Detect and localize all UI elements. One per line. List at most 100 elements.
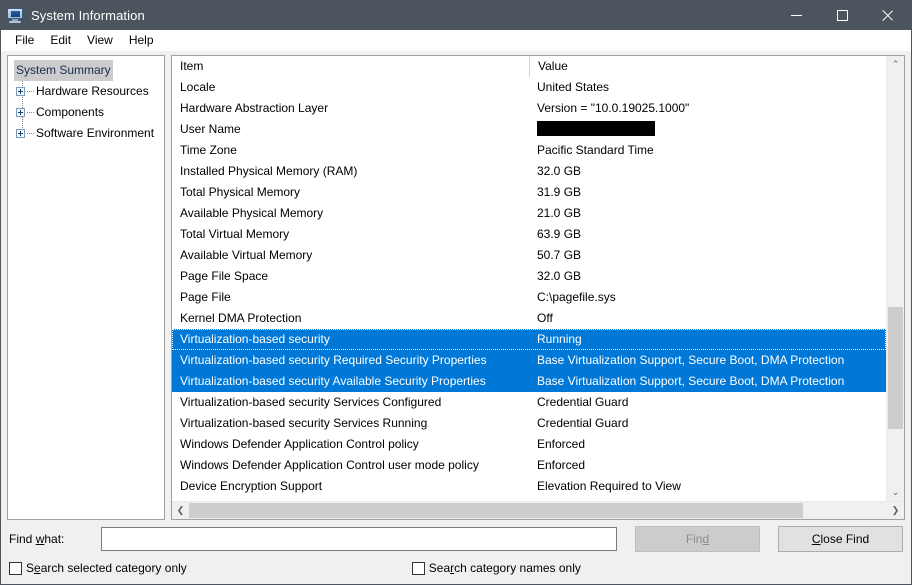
tree-item-system-summary[interactable]: System Summary	[8, 60, 164, 81]
tree-item-software-environment[interactable]: Software Environment	[8, 123, 164, 144]
table-row[interactable]: LocaleUnited States	[172, 77, 886, 98]
cell-item: Windows Defender Application Control use…	[172, 455, 529, 476]
menu-view[interactable]: View	[79, 31, 121, 50]
expand-plus-icon[interactable]	[16, 108, 25, 117]
search-selected-category-label: Search selected category only	[26, 561, 187, 575]
table-row[interactable]: Windows Defender Application Control pol…	[172, 434, 886, 455]
cell-item: Available Virtual Memory	[172, 245, 529, 266]
close-button[interactable]	[865, 0, 911, 30]
cell-value: 21.0 GB	[529, 203, 886, 224]
maximize-icon	[837, 10, 848, 21]
cell-item: Virtualization-based security Services R…	[172, 413, 529, 434]
table-row[interactable]: Time ZonePacific Standard Time	[172, 140, 886, 161]
horizontal-scrollbar[interactable]: ❮ ❯	[172, 501, 904, 519]
scroll-right-icon[interactable]: ❯	[887, 502, 904, 519]
menu-help[interactable]: Help	[121, 31, 162, 50]
search-category-names-checkbox-group[interactable]: Search category names only	[412, 561, 581, 575]
list-column-headers: Item Value	[172, 56, 886, 77]
list-rows: LocaleUnited StatesHardware Abstraction …	[172, 77, 886, 501]
cell-value: Enforced	[529, 434, 886, 455]
tree-item-components[interactable]: Components	[8, 102, 164, 123]
close-find-button[interactable]: Close Find	[778, 526, 903, 552]
table-row[interactable]: Page File Space32.0 GB	[172, 266, 886, 287]
cell-value	[529, 119, 886, 140]
horizontal-scroll-thumb[interactable]	[189, 503, 803, 518]
tree-item-label: System Summary	[14, 60, 113, 81]
tree-item-label: Components	[36, 102, 104, 123]
cell-value: 50.7 GB	[529, 245, 886, 266]
column-header-item[interactable]: Item	[172, 56, 529, 77]
cell-item: Kernel DMA Protection	[172, 308, 529, 329]
cell-value: Base Virtualization Support, Secure Boot…	[529, 371, 886, 392]
table-row[interactable]: Virtualization-based security Services C…	[172, 392, 886, 413]
system-information-window: System Information File Edit View Help S…	[0, 0, 912, 585]
tree-connector	[27, 91, 34, 92]
menu-edit[interactable]: Edit	[42, 31, 79, 50]
table-row[interactable]: Kernel DMA ProtectionOff	[172, 308, 886, 329]
scroll-up-icon[interactable]: ⌃	[887, 56, 904, 73]
table-row[interactable]: Device Encryption SupportElevation Requi…	[172, 476, 886, 497]
vertical-scroll-track[interactable]	[887, 73, 904, 484]
main-content: System Summary Hardware Resources Compon…	[1, 51, 911, 520]
search-category-names-label: Search category names only	[429, 561, 581, 575]
redacted-value	[537, 121, 655, 136]
vertical-scroll-thumb[interactable]	[888, 307, 903, 429]
computer-icon	[7, 7, 23, 23]
expand-plus-icon[interactable]	[16, 129, 25, 138]
maximize-button[interactable]	[819, 0, 865, 30]
find-button[interactable]: Find	[635, 526, 760, 552]
cell-value: 32.0 GB	[529, 161, 886, 182]
tree-connector	[27, 133, 34, 134]
cell-item: Virtualization-based security Available …	[172, 371, 529, 392]
scroll-down-icon[interactable]: ⌄	[887, 484, 904, 501]
tree-connector	[27, 112, 34, 113]
table-row[interactable]: Virtualization-based security Required S…	[172, 350, 886, 371]
find-input[interactable]	[101, 527, 617, 551]
close-icon	[882, 9, 894, 21]
minimize-button[interactable]	[773, 0, 819, 30]
table-row[interactable]: User Name	[172, 119, 886, 140]
table-row[interactable]: Available Virtual Memory50.7 GB	[172, 245, 886, 266]
cell-item: Page File Space	[172, 266, 529, 287]
cell-value: 32.0 GB	[529, 266, 886, 287]
cell-item: Windows Defender Application Control pol…	[172, 434, 529, 455]
cell-item: User Name	[172, 119, 529, 140]
table-row[interactable]: Hardware Abstraction LayerVersion = "10.…	[172, 98, 886, 119]
table-row[interactable]: Virtualization-based security Available …	[172, 371, 886, 392]
title-bar[interactable]: System Information	[1, 0, 911, 30]
scroll-left-icon[interactable]: ❮	[172, 502, 189, 519]
cell-item: Time Zone	[172, 140, 529, 161]
find-bar: Find what: Find Close Find Search select…	[1, 520, 911, 584]
search-selected-category-checkbox[interactable]	[9, 562, 22, 575]
table-row[interactable]: Available Physical Memory21.0 GB	[172, 203, 886, 224]
vertical-scrollbar[interactable]: ⌃ ⌄	[886, 56, 904, 501]
cell-item: Total Physical Memory	[172, 182, 529, 203]
menu-file[interactable]: File	[7, 31, 42, 50]
cell-item: Device Encryption Support	[172, 476, 529, 497]
table-row[interactable]: Total Physical Memory31.9 GB	[172, 182, 886, 203]
cell-item: Virtualization-based security Services C…	[172, 392, 529, 413]
table-row[interactable]: Virtualization-based security Services R…	[172, 413, 886, 434]
cell-value: Pacific Standard Time	[529, 140, 886, 161]
cell-item: Page File	[172, 287, 529, 308]
table-row[interactable]: Installed Physical Memory (RAM)32.0 GB	[172, 161, 886, 182]
cell-item: Total Virtual Memory	[172, 224, 529, 245]
table-row[interactable]: Total Virtual Memory63.9 GB	[172, 224, 886, 245]
category-tree[interactable]: System Summary Hardware Resources Compon…	[7, 55, 165, 520]
cell-item: Hardware Abstraction Layer	[172, 98, 529, 119]
search-selected-category-checkbox-group[interactable]: Search selected category only	[9, 561, 187, 575]
cell-value: Running	[529, 329, 886, 350]
cell-value: Credential Guard	[529, 392, 886, 413]
cell-value: Elevation Required to View	[529, 476, 886, 497]
table-row[interactable]: Windows Defender Application Control use…	[172, 455, 886, 476]
menu-bar: File Edit View Help	[1, 30, 911, 51]
table-row[interactable]: Virtualization-based securityRunning	[172, 329, 886, 350]
window-title: System Information	[31, 8, 773, 23]
cell-item: Installed Physical Memory (RAM)	[172, 161, 529, 182]
column-header-value[interactable]: Value	[529, 56, 886, 77]
search-category-names-checkbox[interactable]	[412, 562, 425, 575]
table-row[interactable]: Page FileC:\pagefile.sys	[172, 287, 886, 308]
horizontal-scroll-track[interactable]	[189, 502, 887, 519]
expand-plus-icon[interactable]	[16, 87, 25, 96]
tree-item-hardware-resources[interactable]: Hardware Resources	[8, 81, 164, 102]
